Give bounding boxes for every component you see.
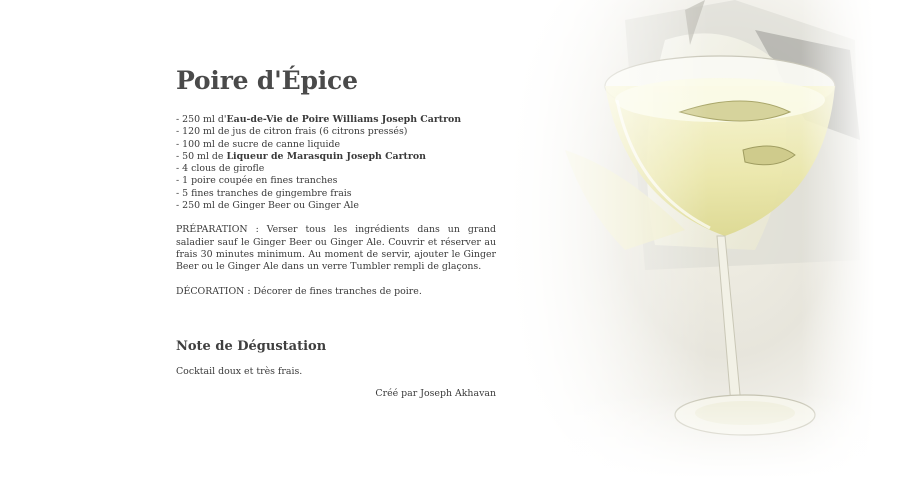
ingredient-item: - 5 fines tranches de gingembre frais [176, 188, 496, 200]
decoration-text: DÉCORATION : Décorer de fines tranches d… [176, 285, 422, 297]
recipe-title: Poire d'Épice [176, 66, 358, 95]
ingredient-brand: Liqueur de Marasquin Joseph Cartron [226, 150, 426, 162]
ingredient-text: - 50 ml de [176, 150, 227, 162]
ingredient-item: - 250 ml d'Eau-de-Vie de Poire Williams … [176, 114, 496, 126]
ingredient-text: - 100 ml de sucre de canne liquide [176, 138, 341, 150]
cocktail-glass-photo [505, 0, 875, 480]
tasting-note-text: Cocktail doux et très frais. [176, 365, 303, 377]
preparation-text: PRÉPARATION : Verser tous les ingrédient… [176, 224, 496, 273]
ingredient-item: - 100 ml de sucre de canne liquide [176, 139, 496, 151]
ingredient-text: - 4 clous de girofle [176, 163, 265, 175]
ingredient-text: - 250 ml d' [176, 114, 227, 125]
ingredient-item: - 120 ml de jus de citron frais (6 citro… [176, 126, 496, 138]
recipe-page: Poire d'Épice - 250 ml d'Eau-de-Vie de P… [0, 0, 922, 480]
recipe-text-column: Poire d'Épice - 250 ml d'Eau-de-Vie de P… [176, 64, 496, 400]
ingredient-item: - 4 clous de girofle [176, 163, 496, 175]
creator-credit: Créé par Joseph Akhavan [375, 388, 496, 400]
ingredient-item: - 1 poire coupée en fines tranches [176, 175, 496, 187]
ingredient-item: - 250 ml de Ginger Beer ou Ginger Ale [176, 200, 496, 212]
ingredient-text: - 1 poire coupée en fines tranches [176, 175, 338, 187]
ingredient-list: - 250 ml d'Eau-de-Vie de Poire Williams … [176, 114, 496, 212]
tasting-note-title: Note de Dégustation [176, 338, 327, 354]
ingredient-text: - 250 ml de Ginger Beer ou Ginger Ale [176, 200, 359, 212]
ingredient-item: - 50 ml de Liqueur de Marasquin Joseph C… [176, 151, 496, 163]
ingredient-text: - 120 ml de jus de citron frais (6 citro… [176, 126, 408, 138]
ingredient-text: - 5 fines tranches de gingembre frais [176, 187, 352, 199]
ingredient-brand: Eau-de-Vie de Poire Williams Joseph Cart… [226, 114, 462, 125]
